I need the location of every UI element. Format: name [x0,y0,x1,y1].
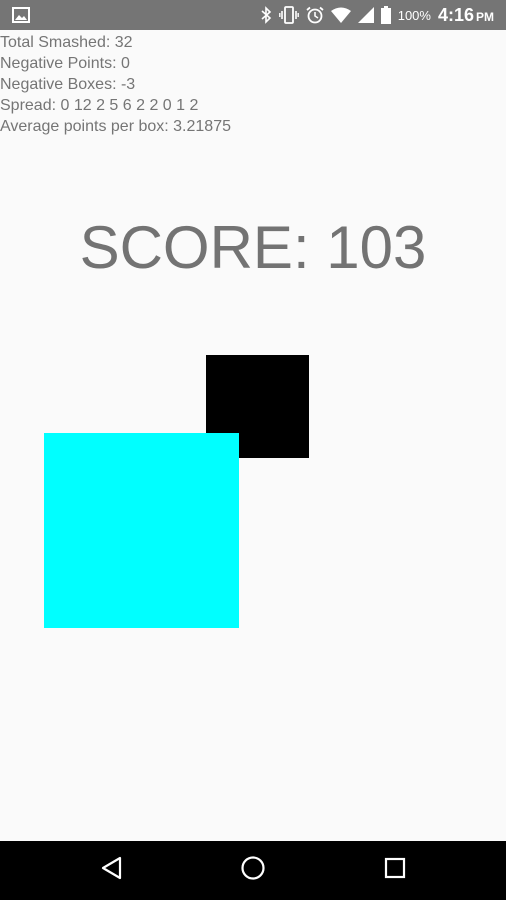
home-button[interactable] [223,841,283,900]
battery-percent: 100% [397,7,431,23]
stats-panel: Total Smashed: 32 Negative Points: 0 Neg… [0,32,231,137]
recents-icon [384,857,406,884]
home-icon [240,855,266,886]
average-label: Average points per box: 3.21875 [0,118,231,135]
signal-icon [357,7,374,23]
clock-ampm: PM [476,9,494,24]
spread-label: Spread: 0 12 2 5 6 2 2 0 1 2 [0,97,199,114]
game-screen: 100% 4:16 PM Total Smashed: 32 Negative … [0,0,506,900]
alarm-icon [306,6,324,24]
cyan-box[interactable] [44,433,239,628]
status-icons: 100% 4:16 PM [260,0,494,30]
navigation-bar [0,841,506,900]
total-smashed-label: Total Smashed: 32 [0,34,133,51]
negative-points-label: Negative Points: 0 [0,55,130,72]
negative-boxes-label: Negative Boxes: -3 [0,76,136,93]
back-icon [100,856,124,885]
vibrate-icon [278,6,299,24]
status-bar: 100% 4:16 PM [0,0,506,30]
battery-icon [380,6,391,24]
wifi-icon [330,7,351,23]
score-display: SCORE: 103 [79,214,427,281]
bluetooth-icon [260,6,272,24]
image-icon [12,7,30,23]
clock-time: 4:16 [437,4,474,25]
back-button[interactable] [82,841,142,900]
clock: 4:16 PM [438,5,494,26]
recents-button[interactable] [365,841,425,900]
